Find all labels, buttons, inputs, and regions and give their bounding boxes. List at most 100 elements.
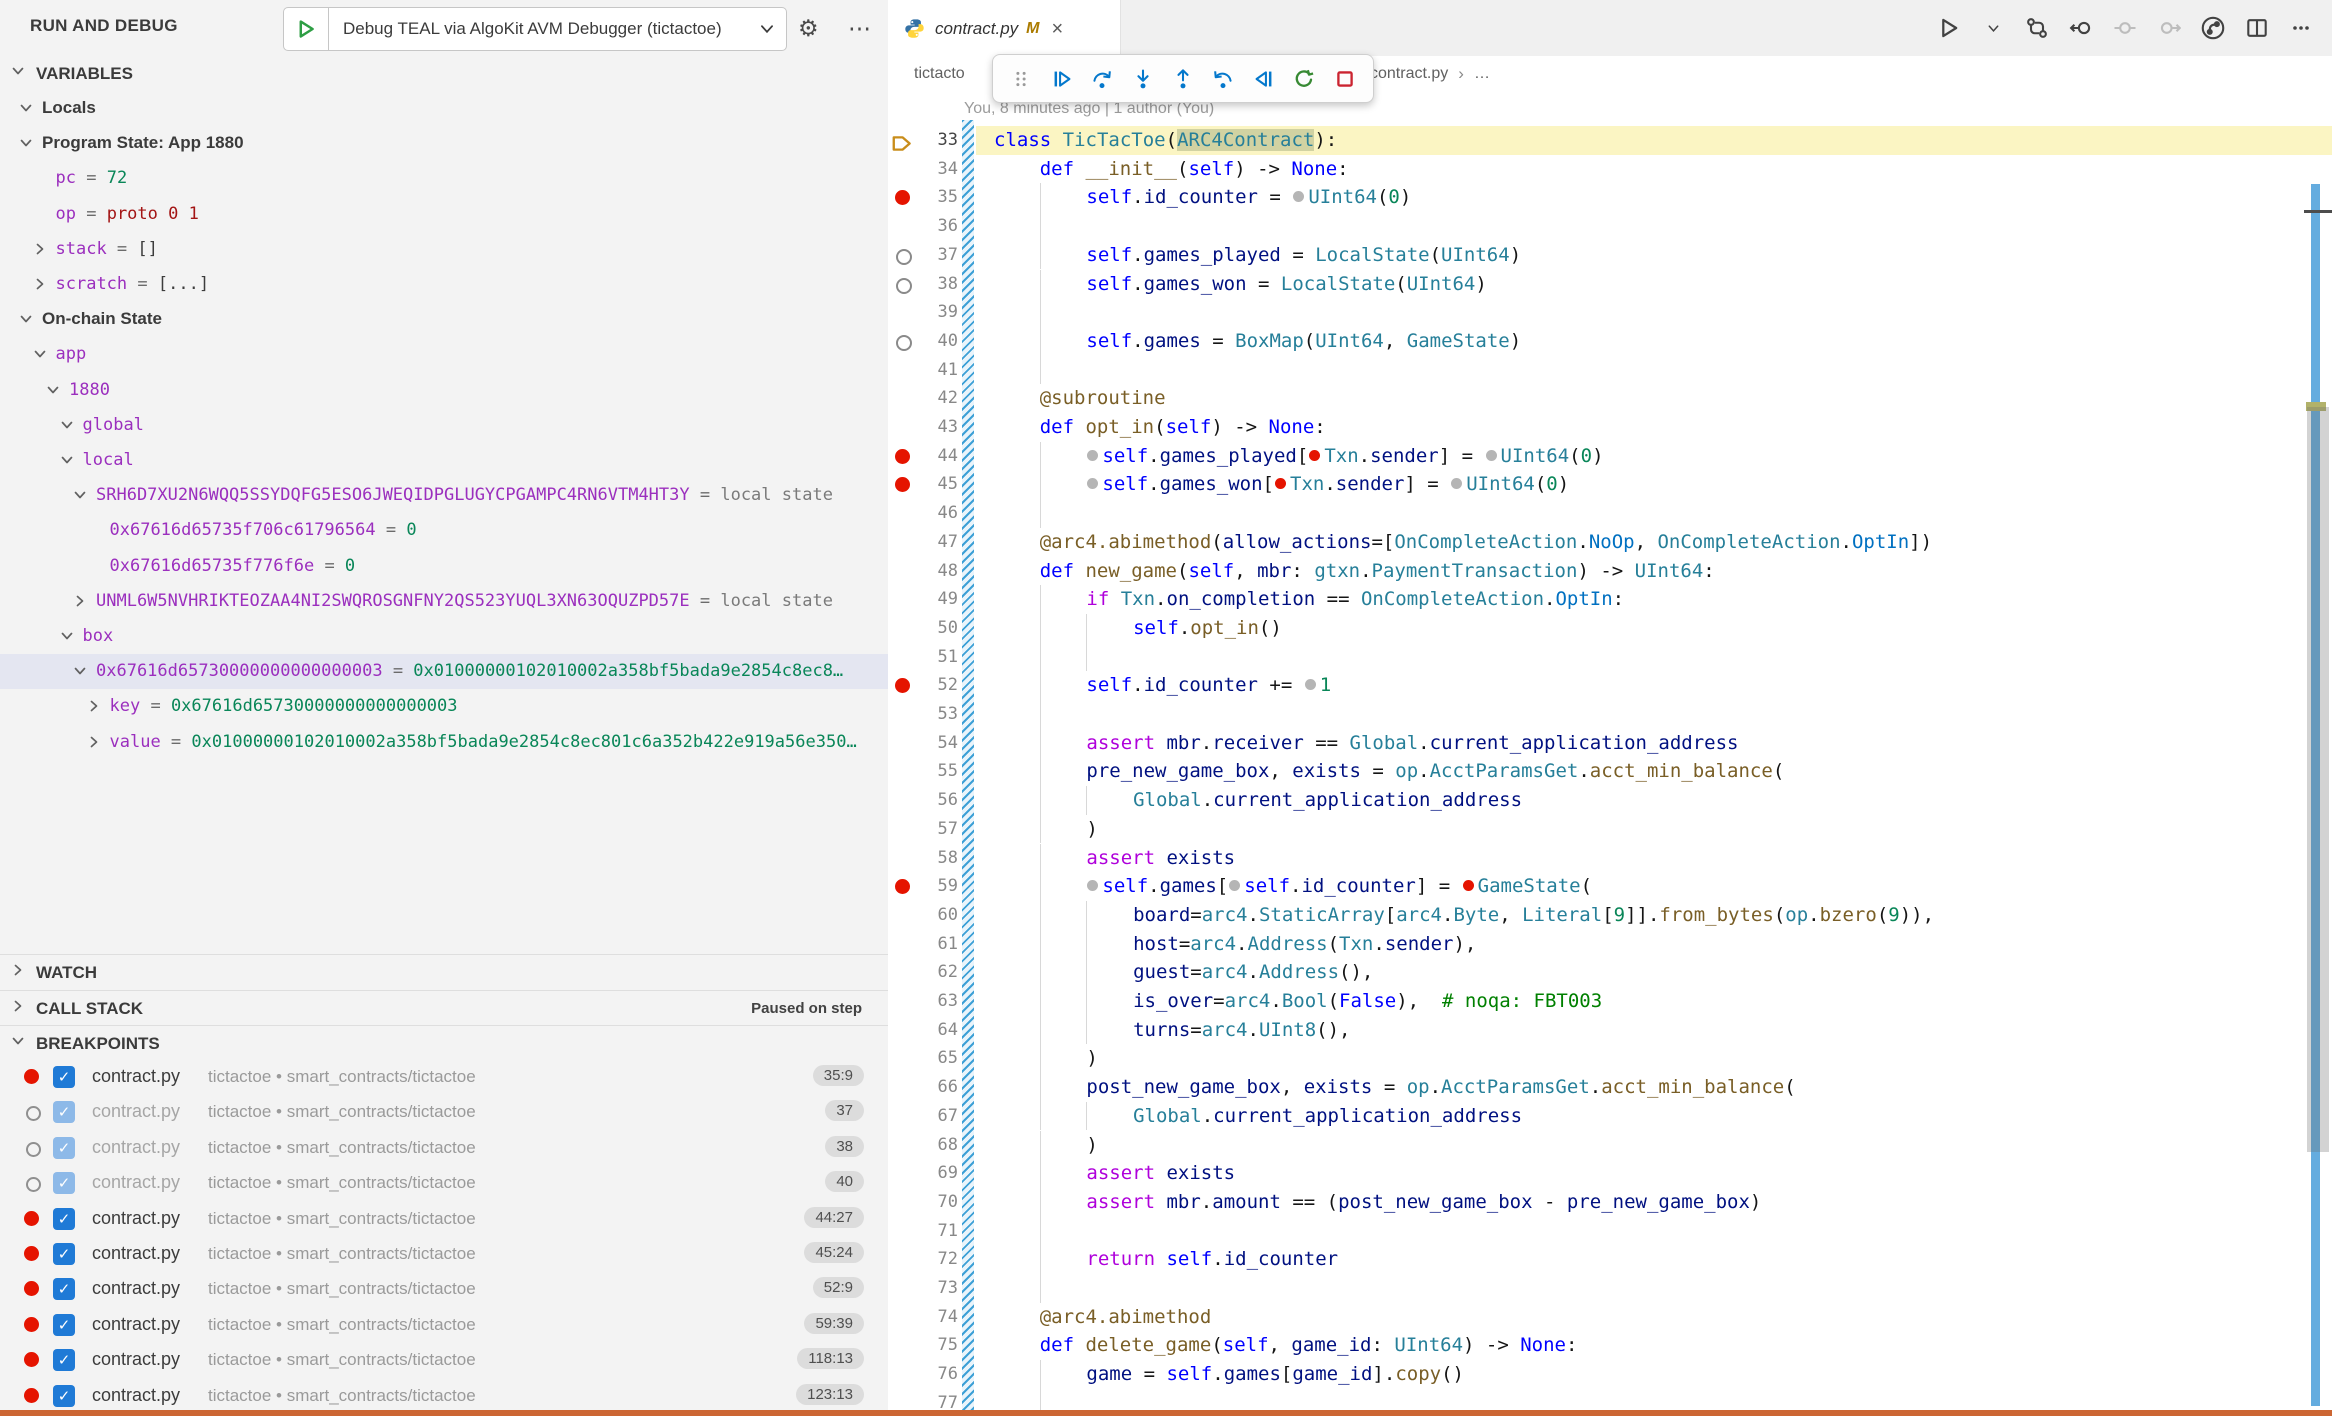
line-number[interactable]: 53	[918, 700, 958, 729]
breakpoint-checkbox[interactable]: ✓	[53, 1137, 75, 1159]
code-line-61[interactable]: 61host=arc4.Address(Txn.sender),	[888, 930, 2332, 959]
tree-row[interactable]: SRH6D7XU2N6WQQ5SSYDQFG5ESO6JWEQIDPGLUGYC…	[0, 478, 888, 513]
line-number[interactable]: 43	[918, 413, 958, 442]
inline-breakpoint-candidate-icon[interactable]	[1229, 880, 1240, 891]
code-line-48[interactable]: 48def new_game(self, mbr: gtxn.PaymentTr…	[888, 557, 2332, 586]
inline-breakpoint-candidate-icon[interactable]	[1305, 679, 1316, 690]
line-number[interactable]: 40	[918, 327, 958, 356]
tree-row[interactable]: key = 0x67616d65730000000000000003	[0, 689, 888, 724]
code-editor[interactable]: You, 8 minutes ago | 1 author (You) 33cl…	[888, 92, 2332, 1410]
breakpoint-checkbox[interactable]: ✓	[53, 1243, 75, 1265]
line-number[interactable]: 63	[918, 987, 958, 1016]
inline-breakpoint-icon[interactable]	[1275, 478, 1286, 489]
line-number[interactable]: 75	[918, 1331, 958, 1360]
tree-row[interactable]: 0x67616d65735f776f6e = 0	[0, 549, 888, 584]
variables-section-header[interactable]: VARIABLES	[0, 56, 888, 91]
breadcrumb-file[interactable]: contract.py	[1370, 65, 1448, 83]
breakpoint-enabled-icon[interactable]	[24, 1211, 39, 1226]
line-number[interactable]: 69	[918, 1159, 958, 1188]
line-number[interactable]: 47	[918, 528, 958, 557]
line-number[interactable]: 73	[918, 1274, 958, 1303]
breakpoint-row[interactable]: ✓contract.pytictactoe • smart_contracts/…	[0, 1236, 888, 1271]
line-number[interactable]: 54	[918, 729, 958, 758]
line-number[interactable]: 49	[918, 585, 958, 614]
code-line-75[interactable]: 75def delete_game(self, game_id: UInt64)…	[888, 1331, 2332, 1360]
breakpoint-checkbox[interactable]: ✓	[53, 1385, 75, 1407]
code-line-42[interactable]: 42@subroutine	[888, 384, 2332, 413]
inline-breakpoint-candidate-icon[interactable]	[1087, 880, 1098, 891]
code-line-33[interactable]: 33class TicTacToe(ARC4Contract):	[888, 126, 2332, 155]
chevron-right-icon[interactable]	[72, 593, 88, 614]
code-line-68[interactable]: 68)	[888, 1131, 2332, 1160]
breakpoint-row[interactable]: ✓contract.pytictactoe • smart_contracts/…	[0, 1201, 888, 1236]
chevron-right-icon[interactable]	[32, 276, 48, 297]
run-python-button[interactable]	[1936, 15, 1962, 41]
code-line-67[interactable]: 67Global.current_application_address	[888, 1102, 2332, 1131]
breadcrumb-folder[interactable]: tictacto	[914, 65, 965, 83]
line-number[interactable]: 66	[918, 1073, 958, 1102]
line-number[interactable]: 50	[918, 614, 958, 643]
code-line-53[interactable]: 53	[888, 700, 2332, 729]
line-number[interactable]: 65	[918, 1044, 958, 1073]
code-line-56[interactable]: 56Global.current_application_address	[888, 786, 2332, 815]
code-line-49[interactable]: 49if Txn.on_completion == OnCompleteActi…	[888, 585, 2332, 614]
breakpoint-icon[interactable]	[895, 190, 910, 205]
code-line-69[interactable]: 69assert exists	[888, 1159, 2332, 1188]
line-number[interactable]: 57	[918, 815, 958, 844]
breakpoint-row[interactable]: ✓contract.pytictactoe • smart_contracts/…	[0, 1342, 888, 1377]
line-number[interactable]: 36	[918, 212, 958, 241]
tree-row[interactable]: 0x67616d65735f706c61796564 = 0	[0, 513, 888, 548]
breakpoint-row[interactable]: ✓contract.pytictactoe • smart_contracts/…	[0, 1271, 888, 1306]
code-line-51[interactable]: 51	[888, 643, 2332, 672]
chevron-down-icon[interactable]	[72, 663, 88, 684]
inline-breakpoint-icon[interactable]	[1463, 880, 1474, 891]
line-number[interactable]: 70	[918, 1188, 958, 1217]
commit-graph-icon[interactable]	[2200, 15, 2226, 41]
breakpoint-checkbox[interactable]: ✓	[53, 1314, 75, 1336]
line-number[interactable]: 59	[918, 872, 958, 901]
breakpoint-enabled-icon[interactable]	[24, 1352, 39, 1367]
code-line-54[interactable]: 54assert mbr.receiver == Global.current_…	[888, 729, 2332, 758]
breakpoint-unverified-icon[interactable]	[26, 1177, 41, 1192]
breakpoint-icon[interactable]	[895, 879, 910, 894]
step-out-button[interactable]	[1168, 64, 1198, 94]
inline-breakpoint-candidate-icon[interactable]	[1486, 450, 1497, 461]
go-back-circle-icon[interactable]	[2068, 15, 2094, 41]
watch-section-header[interactable]: WATCH	[0, 954, 888, 990]
line-number[interactable]: 76	[918, 1360, 958, 1389]
chevron-down-icon[interactable]	[59, 628, 75, 649]
breakpoint-icon[interactable]	[895, 477, 910, 492]
code-line-60[interactable]: 60board=arc4.StaticArray[arc4.Byte, Lite…	[888, 901, 2332, 930]
step-into-button[interactable]	[1128, 64, 1158, 94]
code-line-73[interactable]: 73	[888, 1274, 2332, 1303]
code-line-58[interactable]: 58assert exists	[888, 844, 2332, 873]
line-number[interactable]: 52	[918, 671, 958, 700]
line-number[interactable]: 55	[918, 757, 958, 786]
tree-row[interactable]: On-chain State	[0, 302, 888, 337]
tree-row[interactable]: Program State: App 1880	[0, 126, 888, 161]
code-line-70[interactable]: 70assert mbr.amount == (post_new_game_bo…	[888, 1188, 2332, 1217]
tree-row[interactable]: scratch = [...]	[0, 267, 888, 302]
tree-row[interactable]: 1880	[0, 373, 888, 408]
code-line-38[interactable]: 38self.games_won = LocalState(UInt64)	[888, 270, 2332, 299]
code-line-77[interactable]: 77	[888, 1389, 2332, 1410]
line-number[interactable]: 56	[918, 786, 958, 815]
breakpoint-checkbox[interactable]: ✓	[53, 1349, 75, 1371]
code-line-65[interactable]: 65)	[888, 1044, 2332, 1073]
gear-icon[interactable]: ⚙	[798, 13, 819, 43]
code-line-57[interactable]: 57)	[888, 815, 2332, 844]
chevron-right-icon[interactable]	[32, 241, 48, 262]
breakpoint-checkbox[interactable]: ✓	[53, 1172, 75, 1194]
code-line-66[interactable]: 66post_new_game_box, exists = op.AcctPar…	[888, 1073, 2332, 1102]
code-line-41[interactable]: 41	[888, 356, 2332, 385]
line-number[interactable]: 37	[918, 241, 958, 270]
code-line-59[interactable]: 59self.games[self.id_counter] = GameStat…	[888, 872, 2332, 901]
line-number[interactable]: 51	[918, 643, 958, 672]
breakpoint-row[interactable]: ✓contract.pytictactoe • smart_contracts/…	[0, 1378, 888, 1413]
tree-row[interactable]: 0x67616d65730000000000000003 = 0x0100000…	[0, 654, 888, 689]
inline-breakpoint-candidate-icon[interactable]	[1087, 478, 1098, 489]
line-number[interactable]: 38	[918, 270, 958, 299]
code-line-74[interactable]: 74@arc4.abimethod	[888, 1303, 2332, 1332]
tree-row[interactable]: local	[0, 443, 888, 478]
tree-row[interactable]: stack = []	[0, 232, 888, 267]
